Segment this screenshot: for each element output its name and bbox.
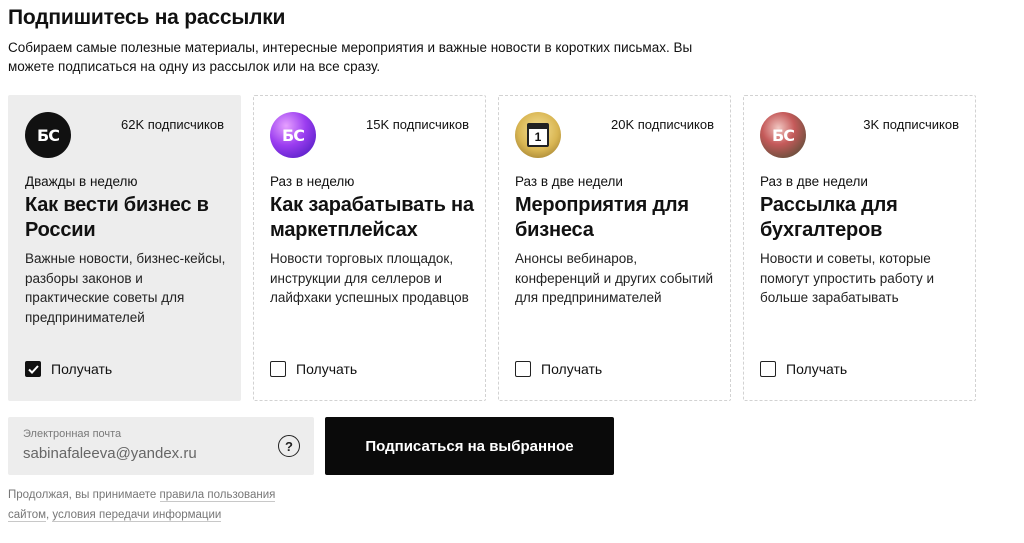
newsletter-card-marketplaces[interactable]: БС 15K подписчиков Раз в неделю Как зара… — [253, 95, 486, 401]
receive-checkbox[interactable] — [760, 361, 776, 377]
receive-checkbox-row[interactable]: Получать — [515, 361, 602, 377]
bs-logo-icon: БС — [25, 112, 71, 158]
receive-checkbox[interactable] — [515, 361, 531, 377]
email-field-label: Электронная почта — [23, 428, 122, 440]
newsletter-card-accountants[interactable]: БС 3K подписчиков Раз в две недели Рассы… — [743, 95, 976, 401]
newsletter-description: Важные новости, бизнес-кейсы, разборы за… — [25, 251, 226, 325]
data-transfer-link[interactable]: условия передачи информации — [52, 509, 222, 522]
newsletter-title: Мероприятия для бизнеса — [515, 194, 689, 241]
receive-checkbox-row[interactable]: Получать — [270, 361, 357, 377]
email-input[interactable] — [23, 445, 263, 462]
receive-checkbox-label: Получать — [541, 361, 603, 377]
subscribe-button[interactable]: Подписаться на выбранное — [325, 417, 614, 475]
newsletter-card-business[interactable]: БС 62K подписчиков Дважды в неделю Как в… — [8, 95, 241, 401]
receive-checkbox-row[interactable]: Получать — [25, 361, 112, 377]
page-title: Подпишитесь на рассылки — [8, 6, 286, 29]
newsletter-title: Как зарабатывать на маркетплейсах — [270, 194, 474, 241]
legal-prefix: Продолжая, вы принимаете — [8, 489, 160, 501]
receive-checkbox[interactable] — [25, 361, 41, 377]
frequency-label: Раз в две недели — [760, 174, 868, 189]
newsletter-title: Рассылка для бухгалтеров — [760, 194, 898, 241]
frequency-label: Раз в две недели — [515, 174, 623, 189]
subscriber-count: 15K подписчиков — [366, 117, 469, 132]
subscriber-count: 3K подписчиков — [863, 117, 959, 132]
newsletter-description: Новости торговых площадок, инструкции дл… — [270, 251, 469, 305]
receive-checkbox[interactable] — [270, 361, 286, 377]
legal-notice: Продолжая, вы принимаете правила пользов… — [8, 485, 318, 525]
newsletter-title: Как вести бизнес в России — [25, 194, 209, 241]
receive-checkbox-label: Получать — [51, 361, 113, 377]
checkmark-icon — [27, 364, 39, 374]
subscriber-count: 20K подписчиков — [611, 117, 714, 132]
newsletter-description: Новости и советы, которые помогут упрост… — [760, 251, 935, 305]
subscriber-count: 62K подписчиков — [121, 117, 224, 132]
bs-logo-icon: БС — [270, 112, 316, 158]
receive-checkbox-label: Получать — [786, 361, 848, 377]
calendar-icon: 1 — [515, 112, 561, 158]
newsletter-description: Анонсы вебинаров, конференций и других с… — [515, 251, 714, 305]
email-field[interactable]: Электронная почта ? — [8, 417, 314, 475]
receive-checkbox-label: Получать — [296, 361, 358, 377]
newsletter-card-events[interactable]: 1 20K подписчиков Раз в две недели Мероп… — [498, 95, 731, 401]
page-subtitle: Собираем самые полезные материалы, интер… — [8, 40, 693, 74]
help-icon[interactable]: ? — [278, 435, 300, 457]
calendar-sheet: 1 — [527, 123, 549, 147]
receive-checkbox-row[interactable]: Получать — [760, 361, 847, 377]
bs-logo-icon: БС — [760, 112, 806, 158]
frequency-label: Дважды в неделю — [25, 174, 138, 189]
frequency-label: Раз в неделю — [270, 174, 355, 189]
